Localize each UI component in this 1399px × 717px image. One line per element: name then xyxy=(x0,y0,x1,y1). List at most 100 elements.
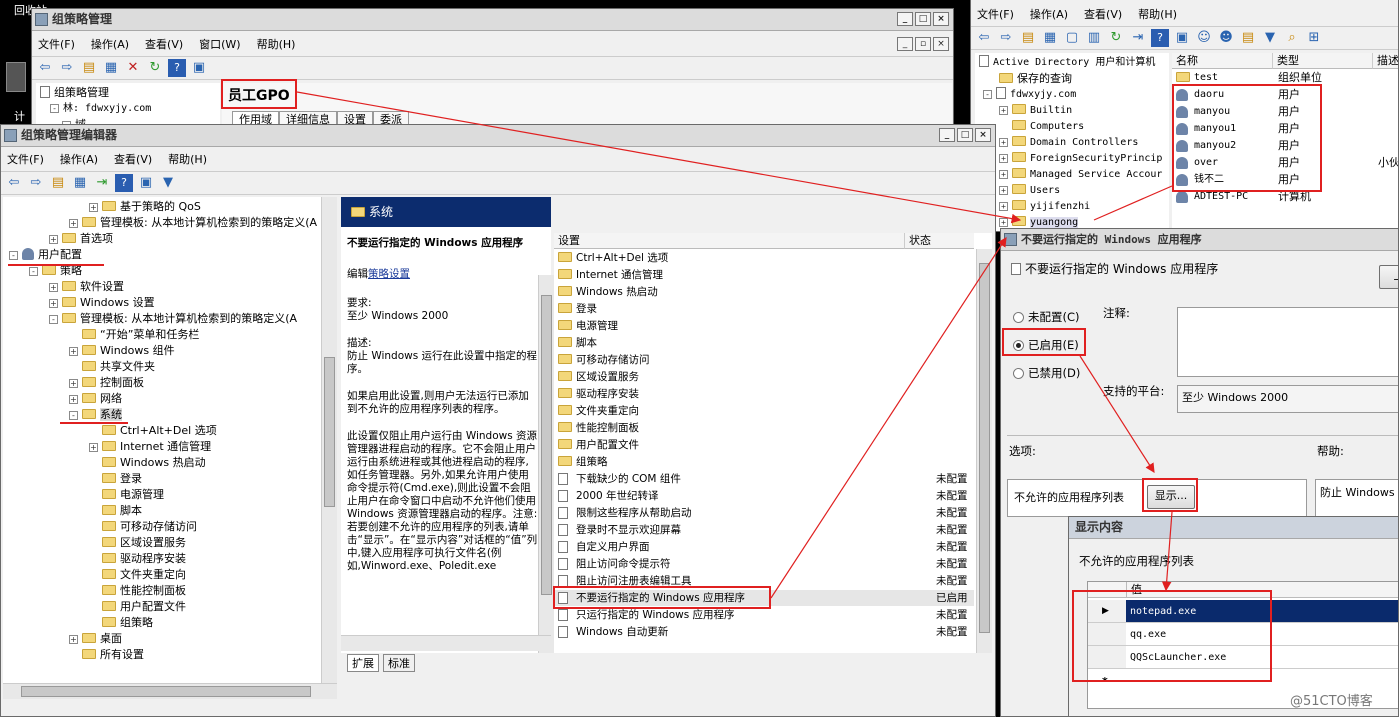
menu-help[interactable]: 帮助(H) xyxy=(257,36,296,52)
collapse-icon[interactable]: - xyxy=(49,315,58,324)
comment-field[interactable] xyxy=(1177,307,1398,377)
tree-root[interactable]: 组策略管理 xyxy=(40,85,109,101)
filter-icon[interactable]: ▼ xyxy=(1261,29,1279,47)
aduc-tree-root[interactable]: Active Directory 用户和计算机 xyxy=(979,55,1155,71)
aduc-col-desc[interactable]: 描述 xyxy=(1372,53,1398,69)
aduc-fsp[interactable]: + ForeignSecurityPrincip xyxy=(999,151,1162,167)
aduc-builtin[interactable]: + Builtin xyxy=(999,103,1072,119)
description-vscroll[interactable] xyxy=(538,275,554,655)
tree-item[interactable]: + 控制面板 xyxy=(69,375,144,391)
aduc-menu-action[interactable]: 操作(A) xyxy=(1030,6,1068,22)
settings-col-state[interactable]: 状态 xyxy=(904,233,974,249)
aduc-saved-queries[interactable]: 保存的查询 xyxy=(999,71,1072,87)
tree-item[interactable]: +登录 xyxy=(89,471,142,487)
copy-icon[interactable]: ▢ xyxy=(1063,29,1081,47)
tree-item[interactable]: + 基于策略的 QoS xyxy=(89,199,201,215)
tree-item[interactable]: +电源管理 xyxy=(89,487,164,503)
settings-col-setting[interactable]: 设置 xyxy=(554,233,904,249)
expand-icon[interactable]: + xyxy=(69,635,78,644)
maximize-button[interactable]: □ xyxy=(957,128,973,142)
users-icon[interactable]: ☻ xyxy=(1217,29,1235,47)
menu-file[interactable]: 文件(F) xyxy=(38,36,75,52)
settings-vscroll[interactable] xyxy=(976,249,992,653)
aduc-msa[interactable]: + Managed Service Accour xyxy=(999,167,1162,183)
up-folder-icon[interactable]: ▤ xyxy=(1019,29,1037,47)
tree-item[interactable]: +共享文件夹 xyxy=(69,359,155,375)
setting-row[interactable]: 脚本 xyxy=(554,335,974,351)
setting-row[interactable]: 可移动存储访问 xyxy=(554,352,974,368)
aduc-menu-file[interactable]: 文件(F) xyxy=(977,6,1014,22)
setting-row[interactable]: 性能控制面板 xyxy=(554,420,974,436)
aduc-yijifenzhi[interactable]: + yijifenzhi xyxy=(999,199,1090,215)
tree-item[interactable]: + 管理模板: 从本地计算机检索到的策略定义(A xyxy=(69,215,317,231)
tree-vscroll[interactable] xyxy=(321,197,337,683)
setting-row[interactable]: 自定义用户界面 未配置 xyxy=(554,539,974,555)
editor-hscroll[interactable] xyxy=(341,635,551,651)
setting-row[interactable]: 组策略 xyxy=(554,454,974,470)
forward-icon[interactable]: ⇨ xyxy=(997,29,1015,47)
aduc-domain[interactable]: - fdwxyjy.com xyxy=(983,87,1076,103)
aduc-users[interactable]: + Users xyxy=(999,183,1060,199)
show-tree-icon[interactable]: ▦ xyxy=(102,59,120,77)
tree-item[interactable]: +驱动程序安装 xyxy=(89,551,186,567)
setting-row[interactable]: Windows 热启动 xyxy=(554,284,974,300)
collapse-icon[interactable]: - xyxy=(69,411,78,420)
properties-icon[interactable]: ▥ xyxy=(1085,29,1103,47)
menu-action[interactable]: 操作(A) xyxy=(60,151,98,167)
delete-icon[interactable]: ✕ xyxy=(124,59,142,77)
radio-disabled[interactable]: 已禁用(D) xyxy=(1013,365,1080,381)
tree-item[interactable]: - 管理模板: 从本地计算机检索到的策略定义(A xyxy=(49,311,297,327)
menu-file[interactable]: 文件(F) xyxy=(7,151,44,167)
tree-item[interactable]: +Ctrl+Alt+Del 选项 xyxy=(89,423,217,439)
forward-icon[interactable]: ⇨ xyxy=(58,59,76,77)
tree-item[interactable]: + Windows 组件 xyxy=(69,343,175,359)
tree-item[interactable]: +“开始”菜单和任务栏 xyxy=(69,327,199,343)
user-icon[interactable]: ☺ xyxy=(1195,29,1213,47)
expand-icon[interactable]: + xyxy=(89,203,98,212)
expand-icon[interactable]: + xyxy=(69,395,78,404)
aduc-computers[interactable]: +Computers xyxy=(999,119,1084,135)
new-ou-icon[interactable]: ▤ xyxy=(1239,29,1257,47)
setting-row[interactable]: 文件夹重定向 xyxy=(554,403,974,419)
collapse-icon[interactable]: - xyxy=(29,267,38,276)
menu-help[interactable]: 帮助(H) xyxy=(168,151,207,167)
back-icon[interactable]: ⇦ xyxy=(975,29,993,47)
tree-item[interactable]: +可移动存储访问 xyxy=(89,519,197,535)
menu-view[interactable]: 查看(V) xyxy=(145,36,183,52)
menu-action[interactable]: 操作(A) xyxy=(91,36,129,52)
show-tree-icon[interactable]: ▦ xyxy=(1041,29,1059,47)
help-icon[interactable]: ? xyxy=(1151,29,1169,47)
tree-item[interactable]: + 软件设置 xyxy=(49,279,124,295)
help-icon[interactable]: ? xyxy=(168,59,186,77)
close-button[interactable]: × xyxy=(975,128,991,142)
console-icon[interactable]: ▣ xyxy=(190,59,208,77)
collapse-icon[interactable]: - xyxy=(9,251,18,260)
tab-standard[interactable]: 标准 xyxy=(383,654,415,672)
expand-icon[interactable]: + xyxy=(49,235,58,244)
forward-icon[interactable]: ⇨ xyxy=(27,174,45,192)
aduc-menu-help[interactable]: 帮助(H) xyxy=(1138,6,1177,22)
setting-row[interactable]: 登录时不显示欢迎屏幕 未配置 xyxy=(554,522,974,538)
aduc-menu-view[interactable]: 查看(V) xyxy=(1084,6,1122,22)
tree-item[interactable]: + Internet 通信管理 xyxy=(89,439,211,455)
tree-item[interactable]: + 桌面 xyxy=(69,631,122,647)
setting-row[interactable]: 电源管理 xyxy=(554,318,974,334)
expand-icon[interactable]: + xyxy=(89,443,98,452)
aduc-domain-controllers[interactable]: + Domain Controllers xyxy=(999,135,1138,151)
tree-item[interactable]: - 用户配置 xyxy=(9,247,82,263)
help-icon[interactable]: ? xyxy=(115,174,133,192)
add-group-icon[interactable]: ⊞ xyxy=(1305,29,1323,47)
radio-not-configured[interactable]: 未配置(C) xyxy=(1013,309,1080,325)
refresh-icon[interactable]: ↻ xyxy=(1107,29,1125,47)
expand-icon[interactable]: + xyxy=(69,219,78,228)
export-icon[interactable]: ⇥ xyxy=(93,174,111,192)
setting-row[interactable]: 区域设置服务 xyxy=(554,369,974,385)
close-button[interactable]: × xyxy=(933,12,949,26)
tree-item[interactable]: + 首选项 xyxy=(49,231,113,247)
tab-extended[interactable]: 扩展 xyxy=(347,654,379,672)
setting-row[interactable]: Internet 通信管理 xyxy=(554,267,974,283)
mdi-restore-button[interactable]: ▫ xyxy=(915,37,931,51)
tree-item[interactable]: +文件夹重定向 xyxy=(89,567,186,583)
console-icon[interactable]: ▣ xyxy=(1173,29,1191,47)
export-icon[interactable]: ⇥ xyxy=(1129,29,1147,47)
